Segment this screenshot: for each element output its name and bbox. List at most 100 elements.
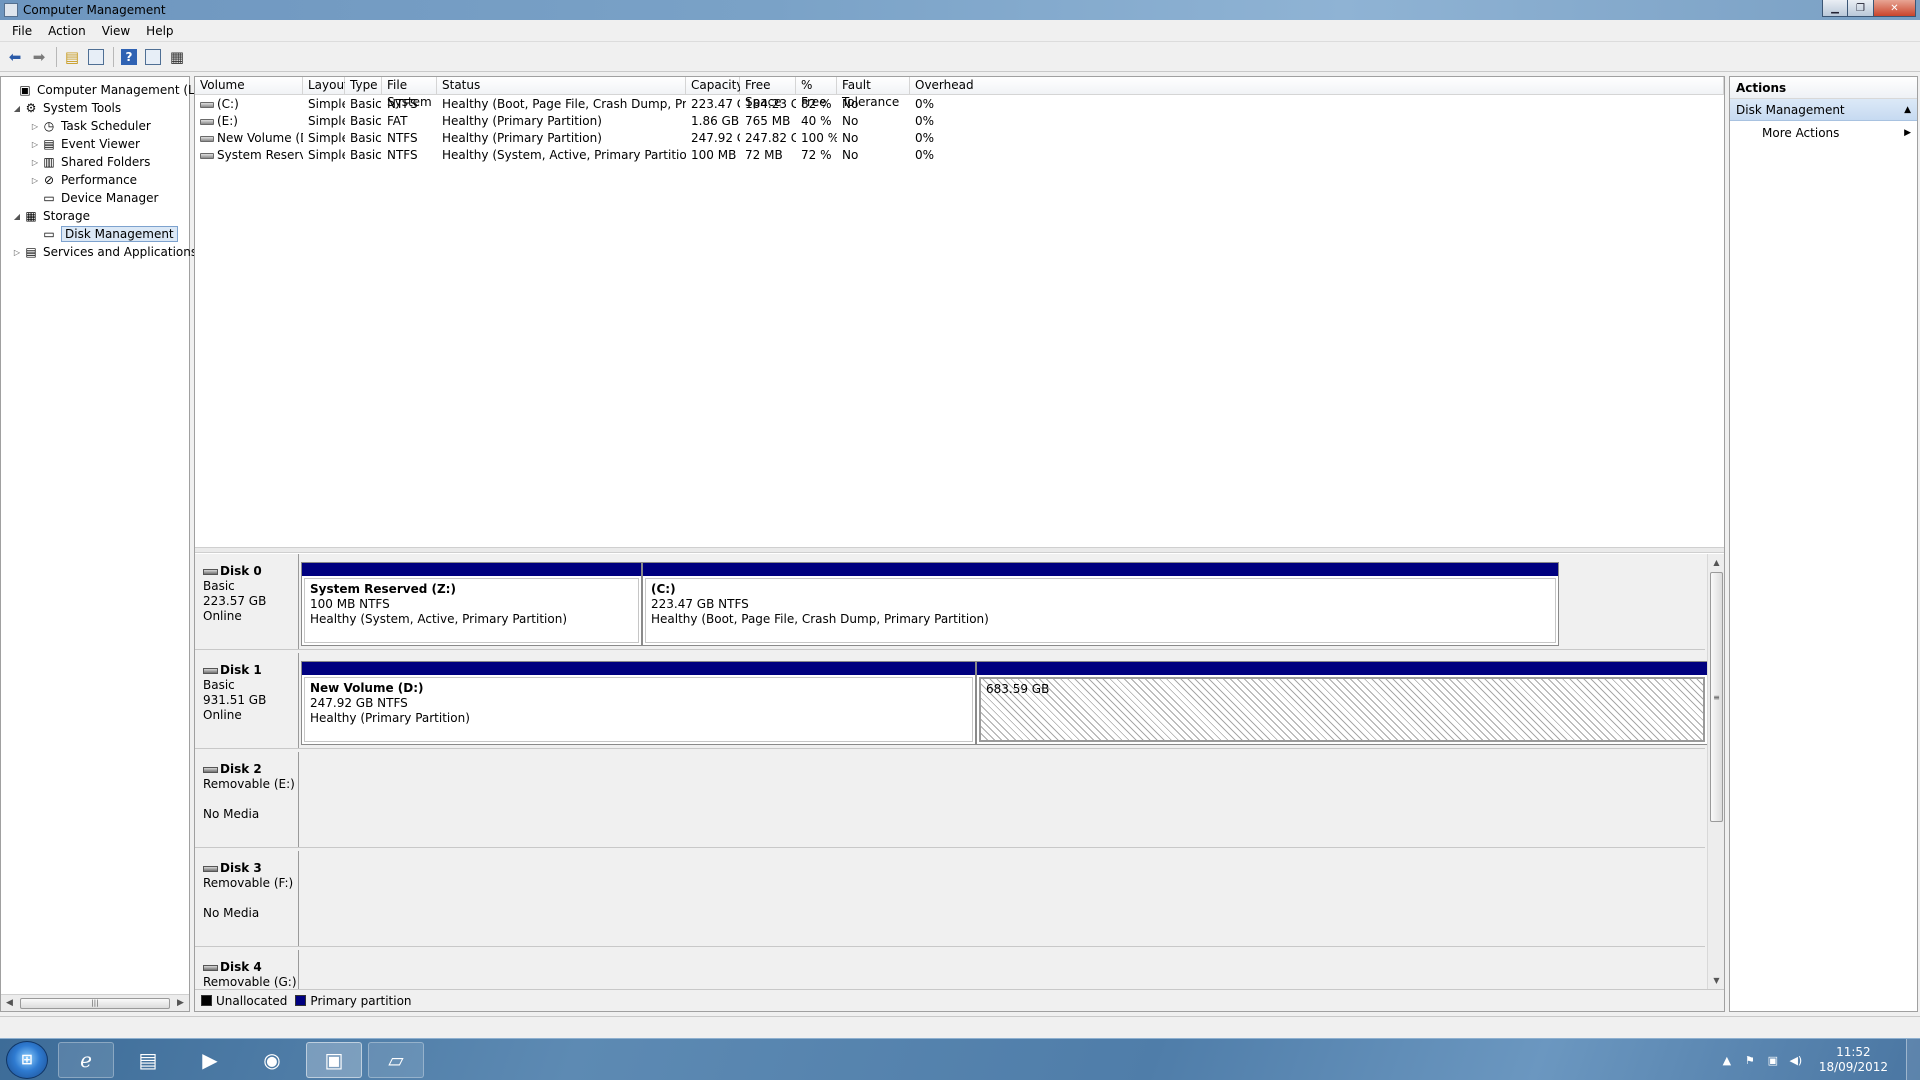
disk-info[interactable]: Disk 2 Removable (E:) No Media [195, 752, 299, 847]
menu-help[interactable]: Help [138, 24, 181, 38]
window-title: Computer Management [23, 3, 166, 17]
cell-text: 0% [915, 148, 935, 162]
internet-explorer-icon[interactable]: ℯ [58, 1042, 114, 1078]
tree-item[interactable]: ◢ ⚙ System Tools [11, 99, 121, 117]
tree-item[interactable]: ▷ ⊘ Performance [29, 171, 137, 189]
table-cell: Basic [345, 96, 382, 113]
partition-block[interactable]: (C:) 223.47 GB NTFS Healthy (Boot, Page Fi… [642, 562, 1559, 646]
column-header[interactable]: % Free [796, 77, 837, 109]
column-header[interactable]: File System [382, 77, 437, 109]
column-header[interactable]: Status [437, 77, 686, 95]
table-row[interactable]: (C:) Simple Basic NTFS Healthy (Boot, Page F… [195, 96, 1724, 113]
minimize-button[interactable]: ▁ [1822, 0, 1848, 17]
tree-item[interactable]: ▷ ▤ Event Viewer [29, 135, 140, 153]
tree-item[interactable]: ▷ ◷ Task Scheduler [29, 117, 151, 135]
tree-item-label[interactable]: System Tools [43, 101, 121, 115]
close-button[interactable]: ✕ [1874, 0, 1916, 17]
partition-color-bar [977, 662, 1707, 675]
expand-arrow-icon[interactable]: ▷ [29, 158, 41, 167]
tree-item[interactable]: ▣ Computer Management (Local [5, 81, 219, 99]
disk-map-scrollbar[interactable]: ▲ ≡ ▼ [1707, 554, 1724, 989]
actions-section-disk-management[interactable]: Disk Management ▲ [1730, 99, 1917, 121]
partition-block[interactable]: System Reserved (Z:) 100 MB NTFS Healthy (… [301, 562, 642, 646]
partition-block[interactable]: New Volume (D:) 247.92 GB NTFS Healthy (Pr… [301, 661, 976, 745]
column-header[interactable]: Free Space [740, 77, 796, 109]
expand-arrow-icon[interactable]: ▷ [11, 248, 23, 257]
partition-color-bar [302, 662, 975, 675]
tree-item-label[interactable]: Services and Applications [43, 245, 197, 259]
table-cell: Healthy (System, Active, Primary Partiti… [437, 147, 686, 164]
column-header[interactable]: Layout [303, 77, 349, 95]
more-actions-item[interactable]: More Actions ▶ [1730, 121, 1917, 145]
cell-text: Basic [350, 97, 382, 111]
tree-item-label[interactable]: Shared Folders [61, 155, 150, 169]
computer-management-icon [4, 3, 18, 17]
help-icon[interactable]: ? [118, 46, 140, 68]
disk-info[interactable]: Disk 3 Removable (F:) No Media [195, 851, 299, 946]
scrollbar-thumb[interactable]: ||| [20, 997, 170, 1009]
scroll-down-icon[interactable]: ▼ [1708, 972, 1725, 989]
media-player-icon[interactable]: ▶ [182, 1042, 238, 1078]
scrollbar-thumb[interactable]: ≡ [1710, 572, 1723, 822]
back-arrow-icon[interactable]: ⬅ [4, 46, 26, 68]
tree-item[interactable]: ▷ ▥ Shared Folders [29, 153, 150, 171]
tree-item-label[interactable]: Task Scheduler [61, 119, 151, 133]
notepad-icon[interactable]: ▱ [368, 1042, 424, 1078]
disk-info[interactable]: Disk 4 Removable (G:) [195, 950, 299, 989]
expand-arrow-icon[interactable]: ▷ [29, 122, 41, 131]
menu-view[interactable]: View [94, 24, 138, 38]
unallocated-space[interactable]: 683.59 GB [976, 661, 1708, 745]
clock[interactable]: 11:52 18/09/2012 [1819, 1045, 1888, 1075]
table-row[interactable]: System Reserved (Z:) Simple Basic NTFS Healt… [195, 147, 1724, 164]
collapse-up-icon[interactable]: ▲ [1904, 99, 1911, 121]
partition-size: 100 MB NTFS [310, 597, 390, 611]
tree-item[interactable]: ◢ ▦ Storage [11, 207, 90, 225]
scroll-up-icon[interactable]: ▲ [1708, 554, 1725, 571]
collapse-arrow-icon[interactable]: ◢ [11, 212, 23, 221]
pane-splitter[interactable] [195, 547, 1724, 553]
disk-info[interactable]: Disk 0 Basic 223.57 GB Online [195, 554, 299, 649]
disk-info[interactable]: Disk 1 Basic 931.51 GB Online [195, 653, 299, 748]
menu-action[interactable]: Action [40, 24, 94, 38]
tree-item-label[interactable]: Performance [61, 173, 137, 187]
file-explorer-icon[interactable]: ▤ [120, 1042, 176, 1078]
show-hidden-icons-icon[interactable]: ▲ [1719, 1054, 1735, 1067]
tree-item-label[interactable]: Device Manager [61, 191, 158, 205]
column-header[interactable]: Fault Tolerance [837, 77, 910, 109]
tree-item-label[interactable]: Storage [43, 209, 90, 223]
up-folder-icon[interactable]: ▤ [61, 46, 83, 68]
scroll-left-icon[interactable]: ◀ [1, 998, 18, 1008]
tree-item-label[interactable]: Event Viewer [61, 137, 140, 151]
column-header[interactable]: Capacity [686, 77, 743, 95]
show-hide-tree-icon[interactable] [85, 46, 107, 68]
show-desktop-button[interactable] [1906, 1039, 1920, 1080]
column-header[interactable]: Type [345, 77, 382, 95]
show-action-pane-icon[interactable] [142, 46, 164, 68]
table-row[interactable]: (E:) Simple Basic FAT Healthy (Primary Parti… [195, 113, 1724, 130]
tree-horizontal-scrollbar[interactable]: ◀ ||| ▶ [1, 994, 189, 1011]
maximize-button[interactable]: ❐ [1848, 0, 1874, 17]
tree-item[interactable]: ▷ ▤ Services and Applications [11, 243, 197, 261]
start-button[interactable]: ⊞ [6, 1041, 48, 1079]
computer-management-task-icon[interactable]: ▣ [306, 1042, 362, 1078]
table-row[interactable]: New Volume (D:) Simple Basic NTFS Healthy (P… [195, 130, 1724, 147]
scroll-right-icon[interactable]: ▶ [172, 998, 189, 1008]
tree-item-label[interactable]: Computer Management (Local [37, 83, 219, 97]
collapse-arrow-icon[interactable]: ◢ [11, 104, 23, 113]
partition-body: System Reserved (Z:) 100 MB NTFS Healthy (… [304, 578, 639, 643]
volume-icon[interactable]: ◀) [1788, 1054, 1804, 1067]
properties-icon[interactable]: ▦ [166, 46, 188, 68]
expand-arrow-icon[interactable]: ▷ [29, 176, 41, 185]
column-header[interactable]: Overhead [910, 77, 1724, 95]
tree-item[interactable]: ▭ Device Manager [29, 189, 158, 207]
tree-item[interactable]: ▭ Disk Management [29, 225, 178, 243]
chrome-icon[interactable]: ◉ [244, 1042, 300, 1078]
table-cell: 0% [910, 113, 1724, 130]
expand-arrow-icon[interactable]: ▷ [29, 140, 41, 149]
action-center-flag-icon[interactable]: ⚑ [1742, 1054, 1758, 1067]
tree-item-label[interactable]: Disk Management [61, 226, 178, 242]
menu-file[interactable]: File [4, 24, 40, 38]
network-icon[interactable]: ▣ [1765, 1054, 1781, 1067]
column-header[interactable]: Volume [195, 77, 303, 95]
forward-arrow-icon[interactable]: ➡ [28, 46, 50, 68]
